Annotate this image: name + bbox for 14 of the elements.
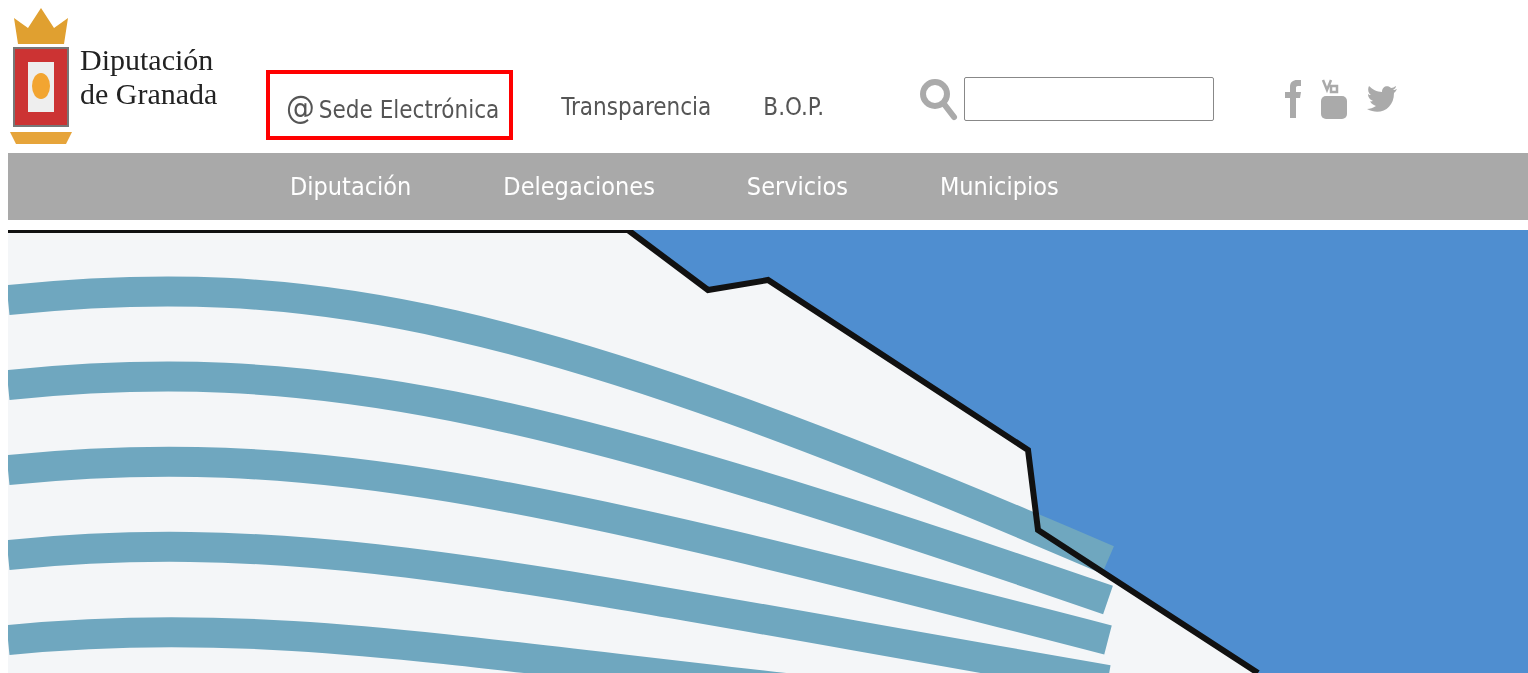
nav-link[interactable]: Delegaciones [503,172,655,201]
search-field[interactable] [964,77,1214,121]
bird-icon[interactable] [1366,85,1398,113]
nav-link[interactable]: Municipios [939,172,1059,201]
search-icon[interactable] [918,77,958,121]
logo-text: de Granada [80,76,218,111]
nav-link[interactable]: Servicios [746,172,848,201]
facebook-icon[interactable] [1284,80,1302,118]
header-link[interactable]: @Sede Electrónica [266,69,514,140]
header-link[interactable]: Transparencia [557,74,716,135]
nav-link[interactable]: Diputación [290,172,412,201]
logo-text: Diputación [80,42,215,77]
header-link[interactable]: B.O.P. [759,74,828,135]
at-icon: @ [286,87,315,126]
